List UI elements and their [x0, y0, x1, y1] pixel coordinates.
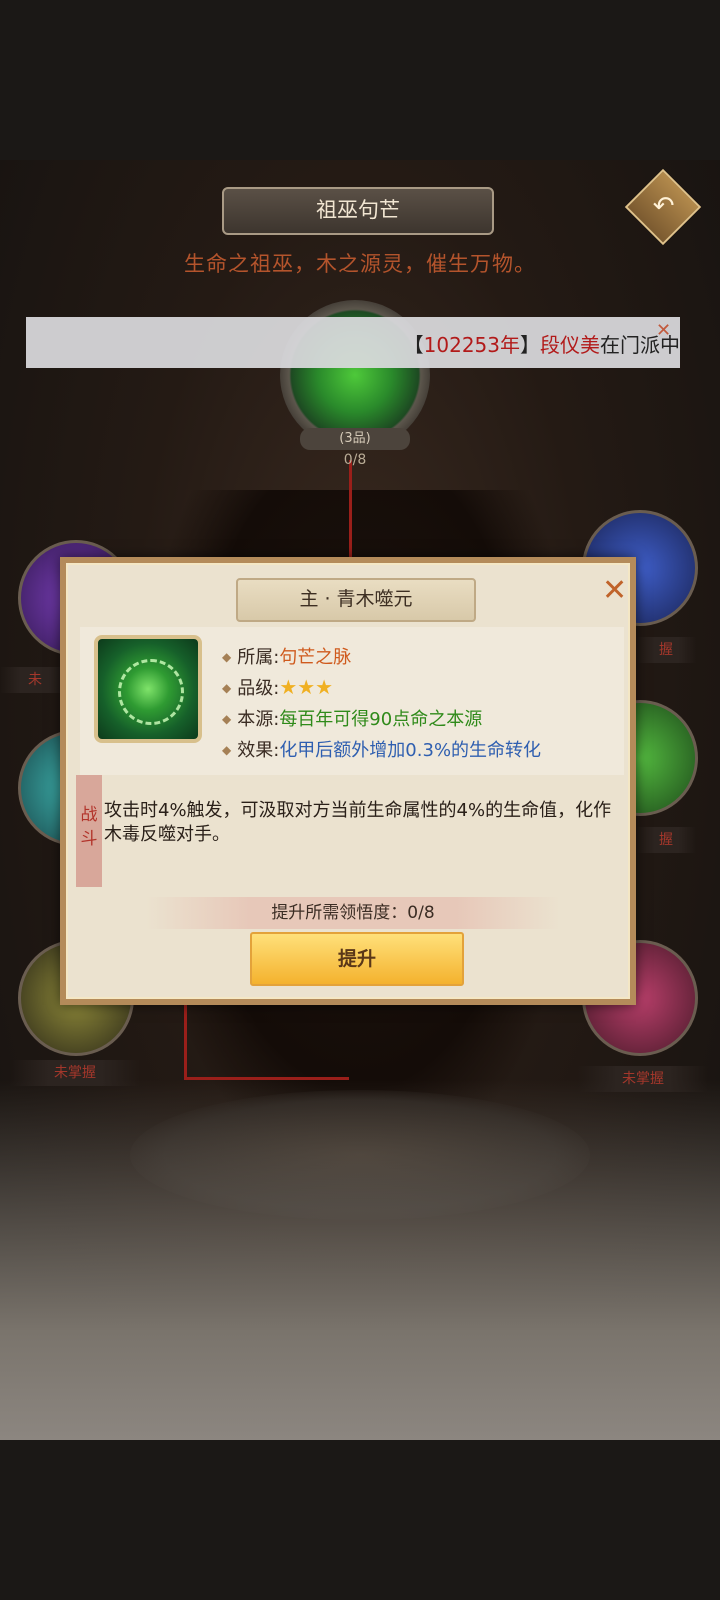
- skill-node-right-top-label: 握: [636, 637, 696, 663]
- info-row-affiliation: ◆ 所属:句芒之脉: [222, 643, 351, 669]
- info-row-grade: ◆ 品级:★★★: [222, 674, 333, 700]
- ticker-year: 102253年: [423, 333, 520, 357]
- connector-line: [184, 1077, 349, 1080]
- info-key: 效果: [237, 740, 274, 761]
- diamond-bullet-icon: ◆: [222, 743, 232, 757]
- info-value: 化甲后额外增加0.3%的生命转化: [279, 740, 542, 761]
- root-node-grade: (3品): [300, 428, 410, 450]
- upgrade-button[interactable]: 提升: [250, 932, 464, 986]
- root-node-progress: 0/8: [343, 452, 367, 468]
- diamond-bullet-icon: ◆: [222, 681, 232, 695]
- skill-icon: [94, 635, 202, 743]
- info-key: 品级: [237, 678, 274, 699]
- altar-floor: [130, 1090, 590, 1220]
- skill-detail-dialog: 主 · 青木噬元 ✕ ◆ 所属:句芒之脉 ◆ 品级:★★★ ◆ 本源:每百年可得90点…: [60, 557, 636, 1005]
- dialog-title: 主 · 青木噬元: [236, 578, 476, 622]
- skill-node-left-bottom-label: 未掌握: [10, 1060, 140, 1086]
- connector-line: [349, 460, 352, 560]
- info-row-effect: ◆ 效果:化甲后额外增加0.3%的生命转化: [222, 736, 541, 762]
- star-rating-icon: ★★★: [279, 675, 334, 699]
- info-key: 所属: [237, 647, 274, 668]
- skill-node-right-mid-label: 握: [636, 827, 696, 853]
- ticker-player-name: 段仪美: [540, 333, 600, 357]
- combat-tag: 战斗: [76, 775, 102, 887]
- back-arrow-icon: ↶: [652, 191, 675, 222]
- diamond-bullet-icon: ◆: [222, 712, 232, 726]
- diamond-bullet-icon: ◆: [222, 650, 232, 664]
- upgrade-requirement: 提升所需领悟度：0/8: [146, 897, 560, 929]
- skill-description: 攻击时4%触发，可汲取对方当前生命属性的4%的生命值，化作木毒反噬对手。: [104, 800, 612, 845]
- announcement-ticker: 【102253年】段仪美在门派中: [26, 317, 680, 368]
- page-subtitle: 生命之祖巫，木之源灵，催生万物。: [184, 252, 536, 276]
- ticker-close-icon[interactable]: ✕: [656, 320, 671, 341]
- page-title: 祖巫句芒: [222, 187, 494, 235]
- close-button[interactable]: ✕: [602, 573, 627, 609]
- connector-line: [184, 1000, 187, 1080]
- info-value: 每百年可得90点命之本源: [279, 709, 483, 730]
- info-key: 本源: [237, 709, 274, 730]
- info-row-source: ◆ 本源:每百年可得90点命之本源: [222, 705, 482, 731]
- ticker-message: 【102253年】段仪美在门派中: [404, 329, 680, 358]
- status-bar-area: [0, 0, 720, 160]
- navigation-bar-area: [0, 1440, 720, 1600]
- ticker-bracket: 【: [403, 333, 424, 357]
- ticker-bracket: 】: [520, 333, 540, 357]
- skill-node-right-bottom-label: 未掌握: [578, 1066, 708, 1092]
- info-value: 句芒之脉: [279, 647, 352, 668]
